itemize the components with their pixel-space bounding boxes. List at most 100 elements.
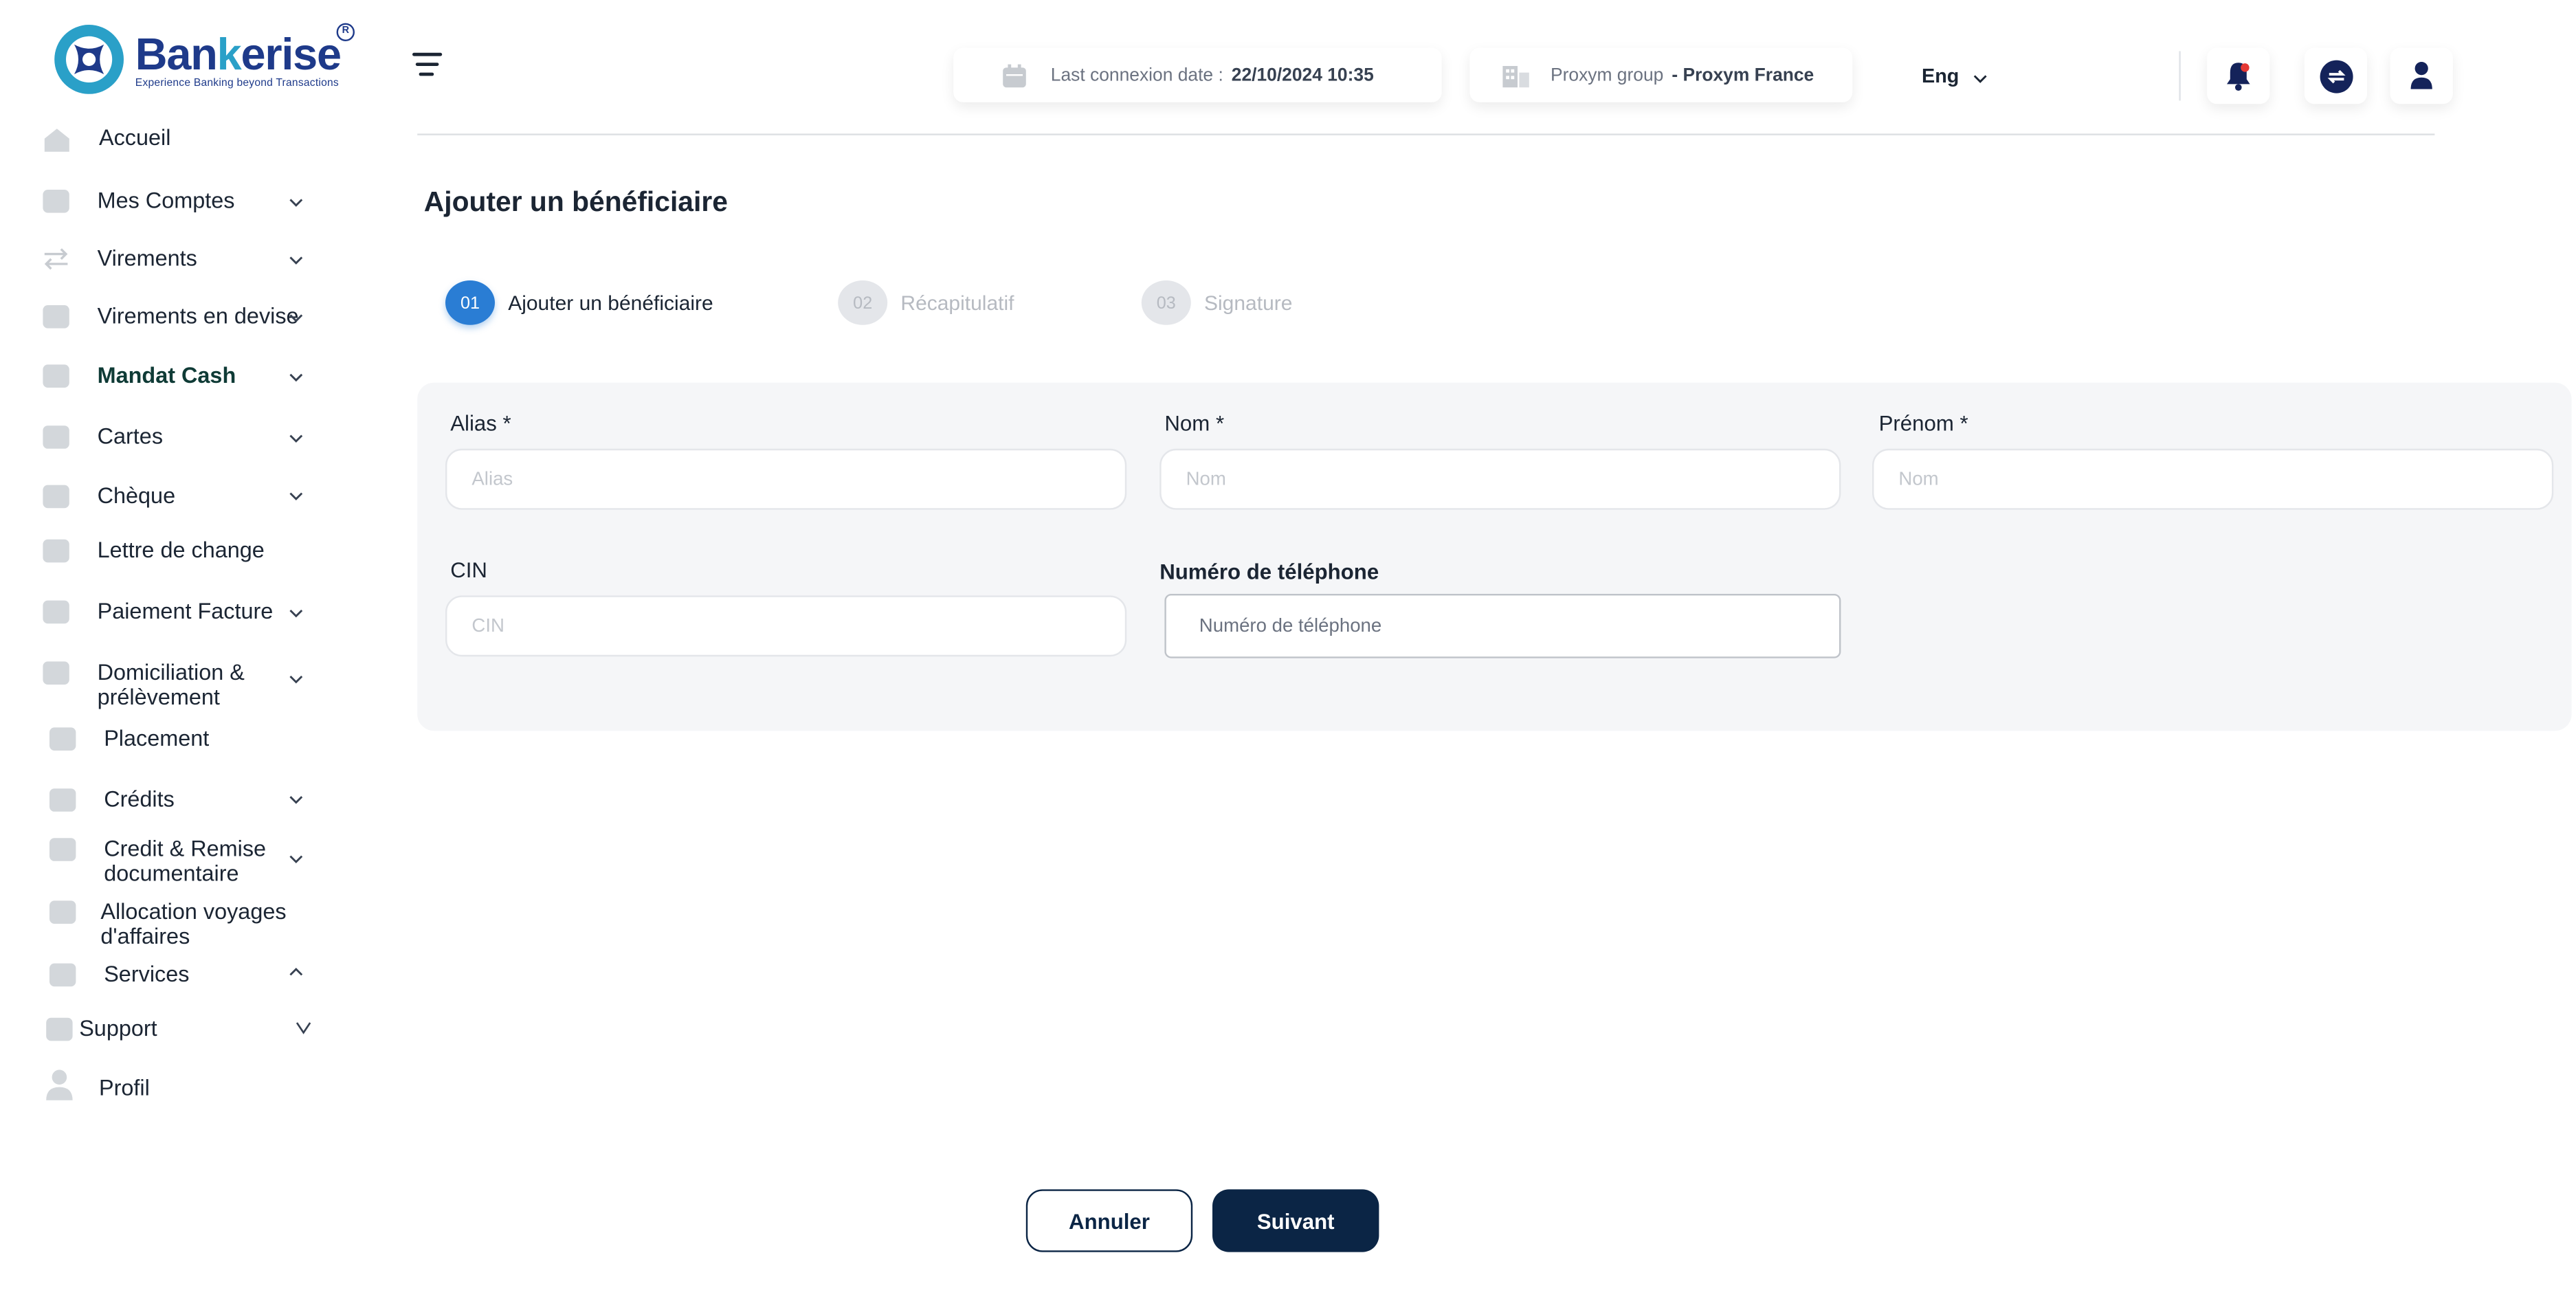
- page-title: Ajouter un bénéficiaire: [423, 186, 728, 218]
- sidebar-item-accueil[interactable]: Accueil: [43, 125, 316, 153]
- cheque-icon: [43, 485, 69, 509]
- menu-toggle-icon[interactable]: [412, 51, 445, 77]
- sidebar-item-label: Crédits: [104, 786, 175, 812]
- sidebar-item-domiciliation[interactable]: Domiciliation & prélèvement: [43, 660, 316, 709]
- chevron-up-icon[interactable]: [289, 965, 304, 980]
- brand-tagline: Experience Banking beyond Transactions: [135, 76, 339, 89]
- home-icon: [44, 129, 69, 152]
- notifications-button[interactable]: [2207, 47, 2270, 104]
- card-icon: [43, 425, 69, 449]
- sidebar-item-label: Mes Comptes: [97, 188, 235, 213]
- chevron-down-icon[interactable]: [289, 851, 304, 866]
- user-icon: [2410, 62, 2432, 89]
- switch-account-button[interactable]: [2304, 47, 2368, 104]
- bell-icon: [2227, 63, 2250, 91]
- sidebar-item-label: Placement: [104, 726, 210, 751]
- step-number: 02: [838, 280, 888, 325]
- sidebar-item-cheque[interactable]: Chèque: [43, 483, 316, 509]
- prenom-label: Prénom *: [1878, 410, 1968, 436]
- step-2: 02 Récapitulatif: [838, 280, 1014, 325]
- profile-button[interactable]: [2390, 47, 2453, 104]
- sidebar-item-label: Domiciliation & prélèvement: [97, 660, 245, 709]
- currency-icon: [43, 305, 69, 329]
- chevron-down-icon[interactable]: [289, 310, 304, 325]
- beneficiary-form: [417, 382, 2572, 731]
- next-button[interactable]: Suivant: [1212, 1189, 1379, 1252]
- sidebar-item-label: Profil: [99, 1075, 150, 1100]
- chart-icon: [49, 727, 76, 751]
- sidebar-item-label: Cartes: [97, 423, 164, 449]
- chevron-down-icon[interactable]: [289, 792, 304, 807]
- invoice-icon: [43, 600, 69, 624]
- step-1: 01 Ajouter un bénéficiaire: [445, 280, 713, 325]
- sidebar-item-label: Allocation voyages d'affaires: [100, 899, 287, 949]
- sidebar-item-virements[interactable]: Virements: [43, 246, 316, 271]
- sidebar-item-virements-devise[interactable]: Virements en devise: [43, 304, 316, 329]
- chevron-down-icon[interactable]: [289, 252, 304, 267]
- bankerise-logo[interactable]: Bankerise Experience Banking beyond Tran…: [51, 21, 342, 97]
- sidebar-item-credits[interactable]: Crédits: [43, 787, 316, 812]
- chevron-down-icon[interactable]: [289, 430, 304, 445]
- sidebar-item-lettre-de-change[interactable]: Lettre de change: [43, 537, 316, 563]
- mail-icon: [43, 364, 69, 388]
- phone-label: Numéro de téléphone: [1159, 559, 1379, 584]
- bankerise-logo-icon: [54, 25, 124, 94]
- last-connexion-card: Last connexion date : 22/10/2024 10:35: [953, 47, 1442, 102]
- sidebar-item-paiement-facture[interactable]: Paiement Facture: [43, 599, 316, 624]
- sidebar-item-placement[interactable]: Placement: [43, 726, 316, 751]
- group-card[interactable]: Proxym group - Proxym France: [1469, 47, 1853, 102]
- sidebar-item-profil[interactable]: Profil: [43, 1067, 316, 1102]
- sidebar-item-mandat-cash[interactable]: Mandat Cash: [43, 363, 316, 388]
- prenom-input[interactable]: [1872, 448, 2554, 510]
- sidebar-item-label: Virements: [97, 245, 197, 271]
- cin-label: CIN: [450, 557, 487, 583]
- cin-input[interactable]: [445, 595, 1127, 657]
- sidebar-item-label: Paiement Facture: [97, 599, 274, 624]
- sidebar-item-label: Mandat Cash: [97, 363, 236, 388]
- group-label: Proxym group: [1551, 65, 1664, 85]
- user-icon: [46, 1069, 73, 1100]
- mail-icon: [49, 963, 76, 987]
- chevron-down-icon[interactable]: [289, 370, 304, 385]
- refresh-icon: [2319, 59, 2353, 93]
- language-selector[interactable]: Eng: [1922, 64, 1987, 88]
- sidebar-item-label: Credit & Remise documentaire: [104, 836, 267, 886]
- sidebar-item-label: Chèque: [97, 483, 176, 509]
- chevron-down-icon[interactable]: [296, 1019, 312, 1036]
- mail-icon: [49, 838, 76, 861]
- transfer-arrows-icon: [44, 248, 68, 270]
- sidebar-item-label: Lettre de change: [97, 537, 265, 563]
- header-divider-line: [417, 133, 2435, 135]
- nom-label: Nom *: [1164, 410, 1225, 436]
- chevron-down-icon[interactable]: [289, 195, 304, 210]
- chevron-down-icon[interactable]: [289, 606, 304, 621]
- language-value: Eng: [1922, 64, 1959, 88]
- mail-icon: [43, 539, 69, 563]
- mail-icon: [49, 788, 76, 812]
- mail-icon: [43, 661, 69, 685]
- registered-mark: R: [336, 23, 355, 42]
- sidebar-item-allocation-voyages[interactable]: Allocation voyages d'affaires: [43, 899, 316, 949]
- phone-input[interactable]: [1164, 594, 1841, 658]
- sidebar-item-credit-remise[interactable]: Credit & Remise documentaire: [43, 836, 316, 886]
- header-divider: [2179, 51, 2181, 101]
- step-number: 03: [1141, 280, 1191, 325]
- last-connexion-label: Last connexion date :: [1050, 65, 1223, 85]
- sidebar-item-mes-comptes[interactable]: Mes Comptes: [43, 188, 316, 213]
- cancel-button[interactable]: Annuler: [1025, 1189, 1193, 1252]
- step-label: Récapitulatif: [900, 291, 1014, 315]
- sidebar-item-support[interactable]: Support: [43, 1016, 316, 1041]
- folder-icon: [43, 190, 69, 213]
- sidebar-item-label: Virements en devise: [97, 303, 299, 329]
- sidebar-item-label: Accueil: [99, 125, 171, 151]
- support-icon: [46, 1017, 73, 1041]
- sidebar-item-services[interactable]: Services: [43, 962, 316, 987]
- chevron-down-icon[interactable]: [289, 672, 304, 687]
- mail-icon: [49, 900, 76, 924]
- alias-input[interactable]: [445, 448, 1127, 510]
- nom-input[interactable]: [1159, 448, 1841, 510]
- chevron-down-icon[interactable]: [289, 488, 304, 503]
- calendar-icon: [1003, 63, 1026, 87]
- sidebar-item-label: Services: [104, 962, 190, 987]
- sidebar-item-cartes[interactable]: Cartes: [43, 424, 316, 449]
